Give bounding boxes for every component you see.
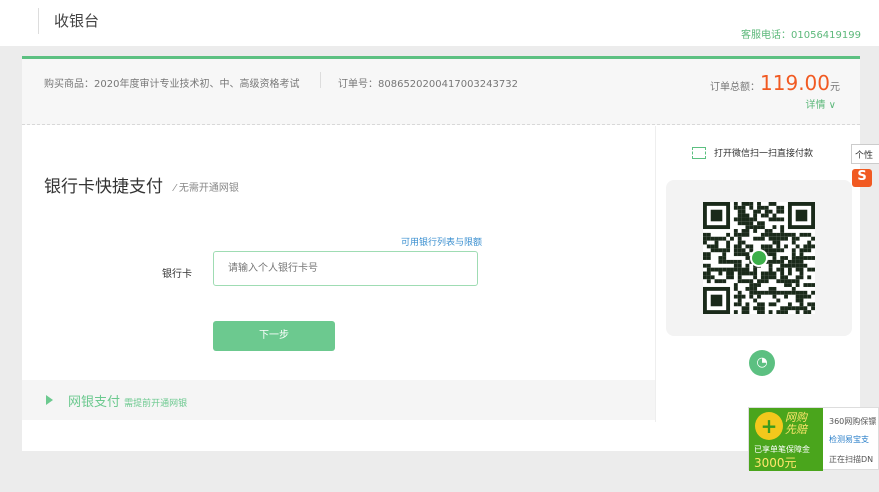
netbank-label: 网银支付: [68, 395, 121, 410]
ad-badge: + 网购 先赔 已享单笔保障金 3000元: [749, 408, 823, 471]
ime-tooltip: 个性: [851, 144, 879, 164]
service-phone: 客服电话：01056419199: [741, 30, 861, 41]
expand-triangle-icon: [46, 395, 53, 405]
divider: [38, 8, 39, 34]
badge-line2: 先赔: [785, 423, 807, 436]
wechat-pay-logo-icon: [750, 249, 768, 267]
sogou-ime-icon[interactable]: S: [852, 169, 872, 187]
netbank-section[interactable]: 网银支付 需提前开通网银: [22, 380, 655, 420]
qr-overlay: [703, 202, 815, 314]
total-amount: 119.00: [760, 71, 830, 95]
netbank-title: 网银支付 需提前开通网银: [68, 391, 187, 410]
quickpay-panel: 银行卡快捷支付 ⁄ 无需开通网银 可用银行列表与限额 银行卡 下一步 网银支付 …: [22, 126, 655, 422]
order-total: 订单总额：119.00元: [710, 71, 840, 95]
order-summary: 购买商品：2020年度审计专业技术初、中、高级资格考试 订单号：80865202…: [22, 59, 860, 125]
page-title: 收银台: [54, 12, 100, 30]
scan-hint: 打开微信扫一扫直接付款: [692, 146, 813, 159]
wechat-icon: ◔: [749, 350, 775, 376]
quickpay-title: 银行卡快捷支付: [44, 177, 163, 197]
scan-text: 打开微信扫一扫直接付款: [714, 149, 814, 159]
card-label: 银行卡: [162, 269, 192, 280]
wechat-panel: 打开微信扫一扫直接付款 ◔: [655, 126, 860, 422]
quickpay-subtitle: ⁄ 无需开通网银: [174, 183, 239, 194]
qr-container: [666, 180, 852, 336]
plus-icon: +: [755, 412, 783, 440]
top-header: 收银台 客服电话：01056419199: [0, 0, 879, 46]
netbank-subtitle: 需提前开通网银: [124, 399, 188, 409]
currency-unit: 元: [830, 82, 840, 93]
details-toggle[interactable]: 详情 ∨: [806, 96, 837, 111]
ad-line2[interactable]: 检测易宝支: [829, 434, 869, 445]
guarantee-amount: 3000元: [754, 456, 797, 470]
payment-card: 购买商品：2020年度审计专业技术初、中、高级资格考试 订单号：80865202…: [22, 56, 860, 451]
scan-icon: [692, 146, 706, 159]
total-label: 订单总额：: [710, 82, 761, 93]
badge-text: 网购 先赔: [785, 412, 807, 436]
ad-360-popup[interactable]: + 网购 先赔 已享单笔保障金 3000元 360网购保镖 检测易宝支 正在扫描D…: [748, 407, 879, 471]
divider: [320, 72, 321, 88]
ad-line1: 360网购保镖: [829, 417, 877, 426]
order-goods: 购买商品：2020年度审计专业技术初、中、高级资格考试: [44, 79, 300, 90]
bank-list-link[interactable]: 可用银行列表与限额: [401, 235, 482, 248]
ad-line3: 正在扫描DN: [829, 455, 874, 464]
next-button[interactable]: 下一步: [213, 321, 335, 351]
card-number-input[interactable]: [213, 251, 478, 286]
order-number: 订单号：8086520200417003243732: [338, 79, 518, 90]
